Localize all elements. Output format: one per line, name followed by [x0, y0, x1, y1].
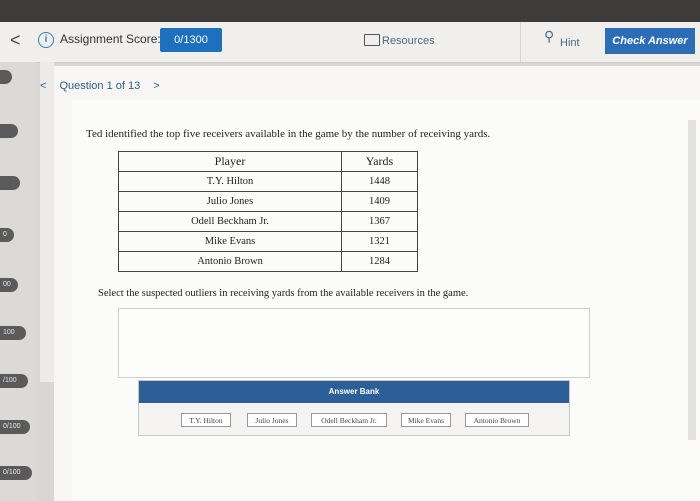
header-divider	[520, 22, 521, 62]
select-outliers-prompt: Select the suspected outliers in receivi…	[98, 288, 469, 299]
hint-link[interactable]: Hint	[560, 37, 580, 49]
question-sidebar: 0 00 100 /100 0/100 0/100	[0, 62, 36, 501]
answer-drop-zone[interactable]	[118, 308, 590, 378]
sidebar-scroll-strip[interactable]	[40, 62, 54, 382]
receivers-table: Player Yards T.Y. Hilton 1448 Julio Jone…	[118, 151, 418, 272]
assignment-score-label: Assignment Score:	[60, 32, 161, 46]
info-icon[interactable]: i	[38, 32, 54, 48]
table-header-yards: Yards	[341, 151, 418, 172]
next-question-icon[interactable]: >	[153, 80, 159, 92]
assignment-score-badge: 0/1300	[160, 28, 222, 52]
sidebar-item[interactable]: /100	[0, 374, 28, 388]
player-cell: Antonio Brown	[118, 251, 342, 272]
table-row: Julio Jones 1409	[118, 191, 418, 212]
question-prompt: Ted identified the top five receivers av…	[86, 128, 491, 140]
sidebar-item[interactable]: 0/100	[0, 466, 32, 480]
assignment-header: < i Assignment Score: 0/1300 Resources ⚲…	[0, 22, 700, 63]
answer-bank-title: Answer Bank	[139, 381, 569, 403]
answer-chip-brown[interactable]: Antonio Brown	[465, 413, 529, 427]
player-cell: Julio Jones	[118, 191, 342, 212]
table-row: T.Y. Hilton 1448	[118, 171, 418, 192]
sidebar-item[interactable]: 0/100	[0, 420, 30, 434]
sidebar-item[interactable]	[0, 176, 20, 190]
back-arrow-icon[interactable]: <	[10, 30, 21, 51]
table-row: Antonio Brown 1284	[118, 251, 418, 272]
answer-chip-hilton[interactable]: T.Y. Hilton	[181, 413, 231, 427]
table-row: Odell Beckham Jr. 1367	[118, 211, 418, 232]
resources-link[interactable]: Resources	[382, 35, 435, 47]
question-counter: Question 1 of 13	[59, 80, 141, 92]
player-cell: Mike Evans	[118, 231, 342, 252]
sidebar-item[interactable]	[0, 124, 18, 138]
yards-cell: 1321	[341, 231, 418, 252]
yards-cell: 1367	[341, 211, 418, 232]
resources-folder-icon[interactable]	[364, 34, 380, 46]
content-scrollbar[interactable]	[688, 120, 696, 440]
answer-bank: Answer Bank T.Y. Hilton Julio Jones Odel…	[138, 380, 570, 436]
hint-lightbulb-icon[interactable]: ⚲	[544, 28, 554, 45]
table-header-row: Player Yards	[118, 151, 418, 172]
check-answer-button[interactable]: Check Answer	[605, 28, 695, 54]
sidebar-item[interactable]: 00	[0, 278, 18, 292]
sidebar-item[interactable]	[0, 70, 12, 84]
yards-cell: 1448	[341, 171, 418, 192]
answer-chip-jones[interactable]: Julio Jones	[247, 413, 297, 427]
table-header-player: Player	[118, 151, 342, 172]
previous-question-icon[interactable]: <	[40, 80, 46, 92]
player-cell: T.Y. Hilton	[118, 171, 342, 192]
player-cell: Odell Beckham Jr.	[118, 211, 342, 232]
sidebar-item[interactable]: 0	[0, 228, 14, 242]
sidebar-item[interactable]: 100	[0, 326, 26, 340]
answer-chip-evans[interactable]: Mike Evans	[401, 413, 451, 427]
question-navigation: < Question 1 of 13 >	[40, 80, 170, 92]
answer-chip-beckham[interactable]: Odell Beckham Jr.	[311, 413, 387, 427]
table-row: Mike Evans 1321	[118, 231, 418, 252]
yards-cell: 1284	[341, 251, 418, 272]
yards-cell: 1409	[341, 191, 418, 212]
